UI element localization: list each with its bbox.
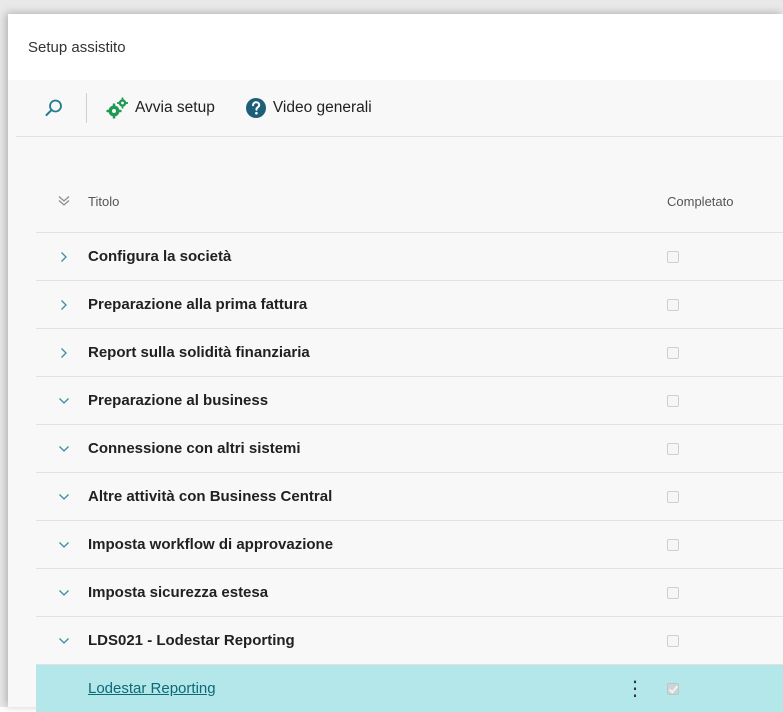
completed-checkbox[interactable] — [667, 682, 679, 695]
list-group-row[interactable]: LDS021 - Lodestar Reporting — [36, 617, 783, 665]
row-title: Report sulla solidità finanziaria — [88, 344, 310, 361]
completed-checkbox[interactable] — [667, 634, 679, 647]
row-title: Altre attività con Business Central — [88, 488, 333, 505]
completed-checkbox[interactable] — [667, 250, 679, 263]
list-group-row[interactable]: Configura la società — [36, 233, 783, 281]
setup-panel: Setup assistito Avvia setup Video genera… — [8, 14, 783, 712]
page-title: Setup assistito — [28, 38, 126, 56]
double-chevron-down-icon — [58, 196, 70, 206]
general-videos-label: Video generali — [272, 99, 372, 116]
chevron-down-icon — [59, 637, 69, 644]
content-area: Avvia setup Video generali Titolo Comple… — [8, 80, 783, 712]
toolbar-divider — [86, 93, 87, 123]
completed-checkbox[interactable] — [667, 490, 679, 503]
collapse-button[interactable] — [40, 443, 88, 455]
chevron-down-icon — [59, 493, 69, 500]
row-title: Preparazione al business — [88, 392, 269, 409]
list-group-row[interactable]: Preparazione alla prima fattura — [36, 281, 783, 329]
gears-icon — [105, 97, 129, 119]
chevron-down-icon — [59, 445, 69, 452]
list-group-row[interactable]: Connessione con altri sistemi — [36, 425, 783, 473]
column-header-completed[interactable]: Completato — [667, 194, 783, 209]
list-group-row[interactable]: Imposta workflow di approvazione — [36, 521, 783, 569]
search-icon — [45, 99, 62, 116]
expand-all-button[interactable] — [40, 195, 88, 207]
row-title: Connessione con altri sistemi — [88, 440, 301, 457]
list-group-row[interactable]: Report sulla solidità finanziaria — [36, 329, 783, 377]
chevron-right-icon — [61, 251, 67, 262]
start-setup-label: Avvia setup — [135, 99, 215, 116]
row-title: LDS021 - Lodestar Reporting — [88, 632, 295, 649]
general-videos-button[interactable]: Video generali — [245, 88, 372, 128]
chevron-down-icon — [59, 541, 69, 548]
expand-button[interactable] — [40, 299, 88, 311]
list-group-row[interactable]: Altre attività con Business Central — [36, 473, 783, 521]
completed-checkbox[interactable] — [667, 394, 679, 407]
chevron-right-icon — [61, 347, 67, 358]
expand-button[interactable] — [40, 347, 88, 359]
search-button[interactable] — [32, 86, 76, 130]
list-group-row[interactable]: Preparazione al business — [36, 377, 783, 425]
chevron-down-icon — [59, 589, 69, 596]
row-actions-menu[interactable]: ⋮ — [615, 676, 655, 701]
completed-checkbox[interactable] — [667, 586, 679, 599]
collapse-button[interactable] — [40, 587, 88, 599]
completed-checkbox[interactable] — [667, 442, 679, 455]
row-title: Imposta sicurezza estesa — [88, 584, 269, 601]
expand-button[interactable] — [40, 251, 88, 263]
help-icon — [245, 97, 267, 119]
page-header: Setup assistito — [8, 14, 783, 80]
chevron-right-icon — [61, 299, 67, 310]
window-frame: Setup assistito Avvia setup Video genera… — [0, 0, 783, 712]
column-header-title[interactable]: Titolo — [88, 194, 667, 209]
completed-checkbox[interactable] — [667, 346, 679, 359]
list-header: Titolo Completato — [36, 170, 783, 233]
collapse-button[interactable] — [40, 635, 88, 647]
completed-checkbox[interactable] — [667, 538, 679, 551]
row-title: Preparazione alla prima fattura — [88, 296, 308, 313]
start-setup-button[interactable]: Avvia setup — [105, 88, 215, 128]
collapse-button[interactable] — [40, 395, 88, 407]
chevron-down-icon — [59, 397, 69, 404]
row-title: Imposta workflow di approvazione — [88, 536, 334, 553]
collapse-button[interactable] — [40, 491, 88, 503]
list-group-row[interactable]: Imposta sicurezza estesa — [36, 569, 783, 617]
collapse-button[interactable] — [40, 539, 88, 551]
lodestar-reporting-link[interactable]: Lodestar Reporting — [88, 680, 216, 697]
selected-row[interactable]: Lodestar Reporting ⋮ — [36, 665, 783, 712]
completed-checkbox[interactable] — [667, 298, 679, 311]
action-bar: Avvia setup Video generali — [16, 80, 783, 137]
setup-list: Titolo Completato Configura la società Pr… — [36, 170, 783, 712]
row-title: Configura la società — [88, 248, 232, 265]
